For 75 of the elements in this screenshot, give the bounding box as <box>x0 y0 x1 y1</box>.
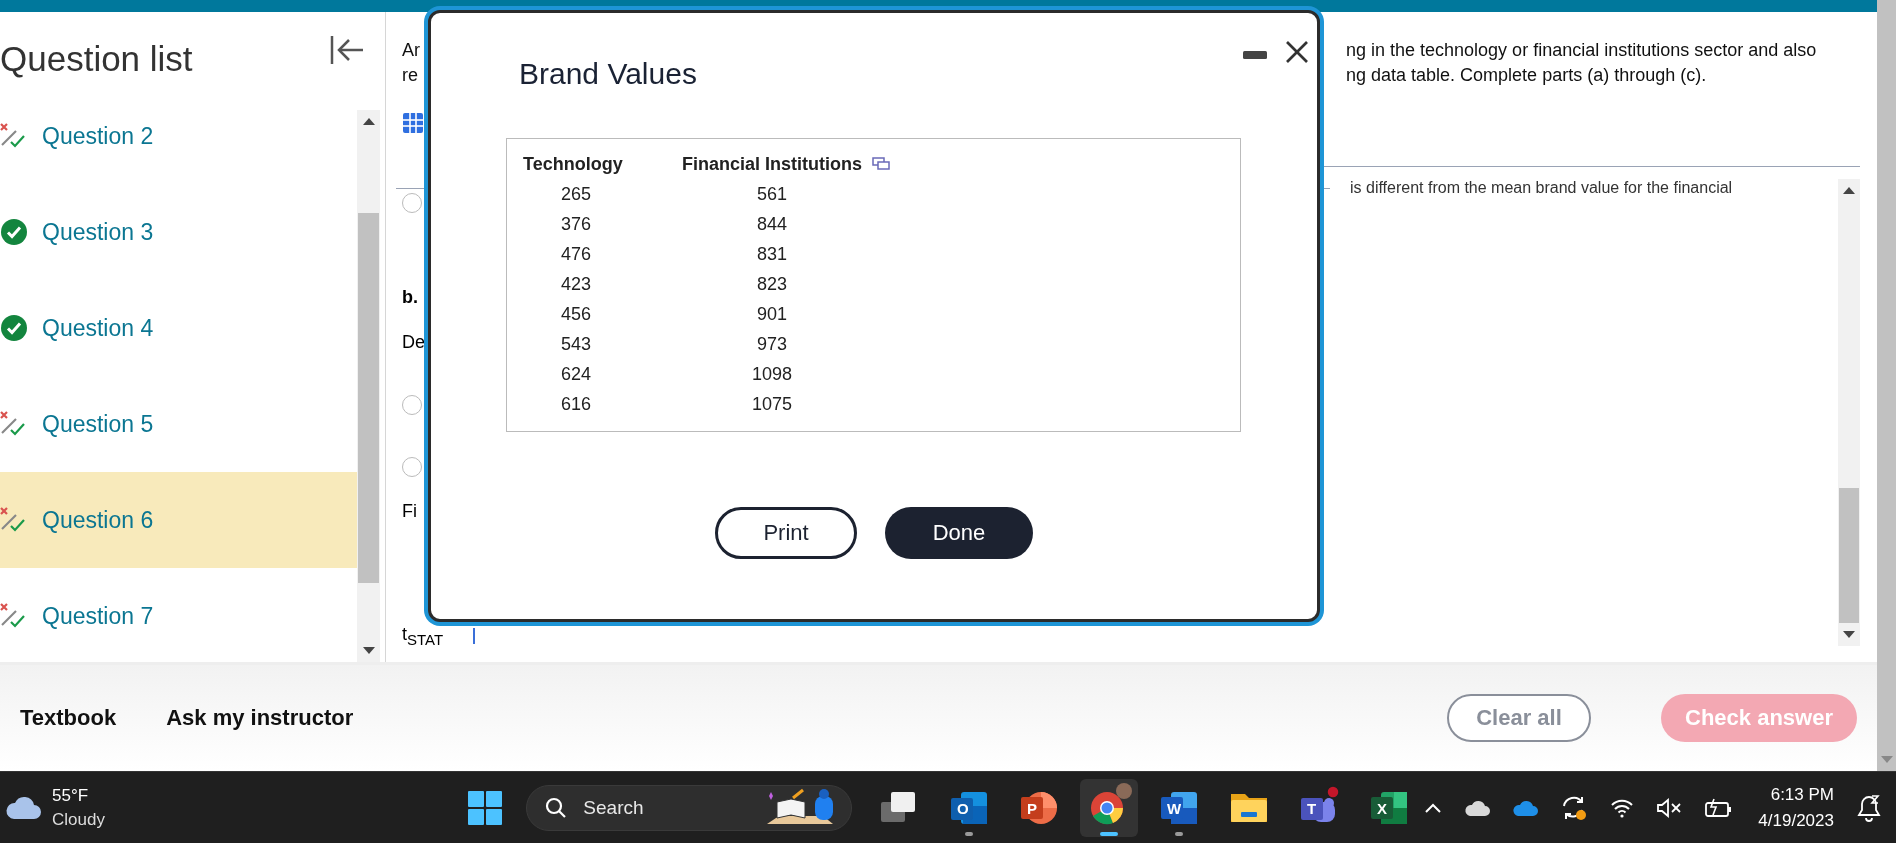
table-cell-text: 624 <box>559 362 592 386</box>
table-cell-text: 616 <box>559 392 592 416</box>
table-cell-text: 423 <box>559 272 592 296</box>
footer-link[interactable]: Ask my instructor <box>166 705 354 732</box>
partial-credit-icon <box>0 507 26 533</box>
print-button[interactable]: Print <box>715 507 857 559</box>
clock-time[interactable]: 6:13 PM <box>1758 781 1834 808</box>
taskbar-button[interactable]: O <box>940 778 999 837</box>
question-item[interactable]: Question 2 <box>0 88 357 184</box>
sidebar-title: Question list <box>0 39 193 79</box>
taskbar-button[interactable]: T <box>1290 778 1349 837</box>
table-cell-text: 456 <box>559 302 592 326</box>
taskbar-button[interactable]: X <box>1360 778 1419 837</box>
taskbar-button[interactable] <box>1080 778 1139 837</box>
question-text: re <box>402 64 419 87</box>
wifi-icon[interactable] <box>1610 797 1635 818</box>
scroll-bar[interactable] <box>1877 0 1896 772</box>
data-table-icon[interactable] <box>402 112 424 134</box>
avatar-icon <box>1116 782 1133 799</box>
notification-badge-icon <box>1326 784 1341 799</box>
table-cell-text: 1075 <box>751 392 794 416</box>
table-cell-text: 1098 <box>751 362 794 386</box>
table-cell-text: 265 <box>559 182 592 206</box>
table-cell-text: 901 <box>756 302 789 326</box>
search-icon <box>545 796 568 819</box>
partial-credit-icon <box>0 123 26 149</box>
clear-button[interactable]: Clear all <box>1447 694 1591 743</box>
question-text: is different from the mean brand value for the financial <box>1349 179 1734 198</box>
question-item[interactable]: Question 4 <box>0 280 357 376</box>
cloud-icon[interactable] <box>1464 798 1491 817</box>
cloud-icon[interactable] <box>1512 798 1539 817</box>
weather-condition[interactable]: Cloudy <box>52 807 105 832</box>
table-cell-text: 543 <box>559 332 592 356</box>
part-label: b. <box>402 287 419 308</box>
table-cell-text: 844 <box>756 212 789 236</box>
table-cell-text: 831 <box>756 242 789 266</box>
answer-box[interactable] <box>473 628 476 645</box>
partial-credit-icon <box>0 603 26 629</box>
weather-temperature[interactable]: 55°F <box>52 783 105 808</box>
taskbar-button[interactable]: P <box>1010 778 1069 837</box>
scroll-bar[interactable] <box>357 110 380 662</box>
column-header: Financial Institutions <box>682 152 862 176</box>
table-cell-text: 376 <box>559 212 592 236</box>
partial-credit-icon <box>0 411 26 437</box>
clock-date[interactable]: 4/19/2023 <box>1758 807 1834 834</box>
dialog-title: Brand Values <box>519 57 697 91</box>
taskbar-button[interactable]: W <box>1150 778 1209 837</box>
start-icon[interactable] <box>468 790 503 825</box>
question-text: ng in the technology or financial institutions sector and also <box>1346 39 1818 62</box>
table-cell-text: 973 <box>756 332 789 356</box>
question-item[interactable]: Question 3 <box>0 184 357 280</box>
notification-bell-icon[interactable] <box>1856 793 1882 822</box>
done-button[interactable]: Done <box>885 507 1033 559</box>
question-text: Ar <box>402 39 421 62</box>
table-cell-text: 823 <box>756 272 789 296</box>
question-text: ng data table. Complete parts (a) through (c). <box>1346 64 1708 87</box>
column-header: Technology <box>523 152 624 176</box>
question-text: Fi <box>402 501 418 522</box>
search-input[interactable]: Search <box>581 795 764 820</box>
speaker-muted-icon[interactable] <box>1656 797 1683 818</box>
question-text: De <box>402 332 426 353</box>
copy-icon[interactable] <box>872 157 890 171</box>
question-item[interactable]: Question 7 <box>0 568 357 662</box>
question-item[interactable]: Question 6 <box>0 472 357 568</box>
statistic-label: t$_{STAT}$ <box>402 624 444 648</box>
close-icon[interactable] <box>1285 40 1309 64</box>
battery-icon[interactable] <box>1704 797 1733 818</box>
footer-link[interactable]: Textbook <box>20 705 117 732</box>
chevron-up-icon[interactable] <box>1424 801 1443 814</box>
search-bar[interactable]: Search <box>526 784 853 831</box>
table-cell-text: 476 <box>559 242 592 266</box>
question-item[interactable]: Question 5 <box>0 376 357 472</box>
scroll-bar[interactable] <box>1838 179 1860 646</box>
cloud-icon[interactable] <box>6 794 42 821</box>
table-cell-text: 561 <box>756 182 789 206</box>
